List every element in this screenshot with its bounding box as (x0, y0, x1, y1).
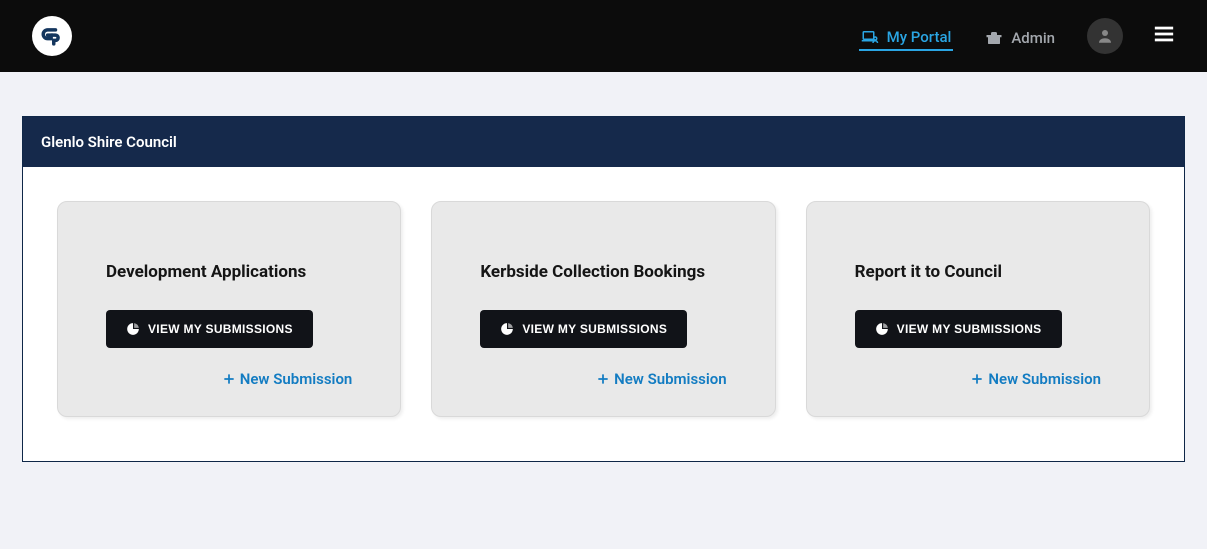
view-submissions-label: VIEW MY SUBMISSIONS (897, 322, 1042, 336)
nav-my-portal[interactable]: My Portal (859, 22, 954, 51)
card-kerbside-collection: Kerbside Collection Bookings VIEW MY SUB… (431, 201, 775, 417)
new-submission-label: New Submission (988, 370, 1101, 388)
pie-chart-icon (500, 322, 514, 336)
card-title: Kerbside Collection Bookings (480, 262, 726, 282)
user-icon (1096, 27, 1114, 45)
view-submissions-label: VIEW MY SUBMISSIONS (148, 322, 293, 336)
plus-icon (222, 372, 236, 386)
nav-admin-label: Admin (1011, 29, 1055, 47)
view-submissions-label: VIEW MY SUBMISSIONS (522, 322, 667, 336)
user-avatar[interactable] (1087, 18, 1123, 54)
view-submissions-button[interactable]: VIEW MY SUBMISSIONS (855, 310, 1062, 348)
nav-admin[interactable]: Admin (983, 23, 1057, 50)
card-title: Development Applications (106, 262, 352, 282)
card-title: Report it to Council (855, 262, 1101, 282)
bars-icon (1153, 23, 1175, 45)
brand-gp-icon (38, 22, 66, 50)
panel-title: Glenlo Shire Council (23, 117, 1184, 167)
new-submission-label: New Submission (614, 370, 727, 388)
brand-logo[interactable] (32, 16, 72, 56)
card-development-applications: Development Applications VIEW MY SUBMISS… (57, 201, 401, 417)
new-submission-link[interactable]: New Submission (970, 370, 1101, 388)
view-submissions-button[interactable]: VIEW MY SUBMISSIONS (480, 310, 687, 348)
view-submissions-button[interactable]: VIEW MY SUBMISSIONS (106, 310, 313, 348)
plus-icon (596, 372, 610, 386)
toolbox-icon (985, 29, 1003, 47)
pie-chart-icon (126, 322, 140, 336)
new-submission-link[interactable]: New Submission (222, 370, 353, 388)
pie-chart-icon (875, 322, 889, 336)
card-row: Development Applications VIEW MY SUBMISS… (23, 167, 1184, 461)
card-report-it: Report it to Council VIEW MY SUBMISSIONS… (806, 201, 1150, 417)
new-submission-label: New Submission (240, 370, 353, 388)
new-submission-link[interactable]: New Submission (596, 370, 727, 388)
menu-toggle[interactable] (1153, 23, 1175, 49)
plus-icon (970, 372, 984, 386)
nav-my-portal-label: My Portal (887, 28, 952, 46)
topbar: My Portal Admin (0, 0, 1207, 72)
council-panel: Glenlo Shire Council Development Applica… (22, 116, 1185, 462)
laptop-user-icon (861, 28, 879, 46)
